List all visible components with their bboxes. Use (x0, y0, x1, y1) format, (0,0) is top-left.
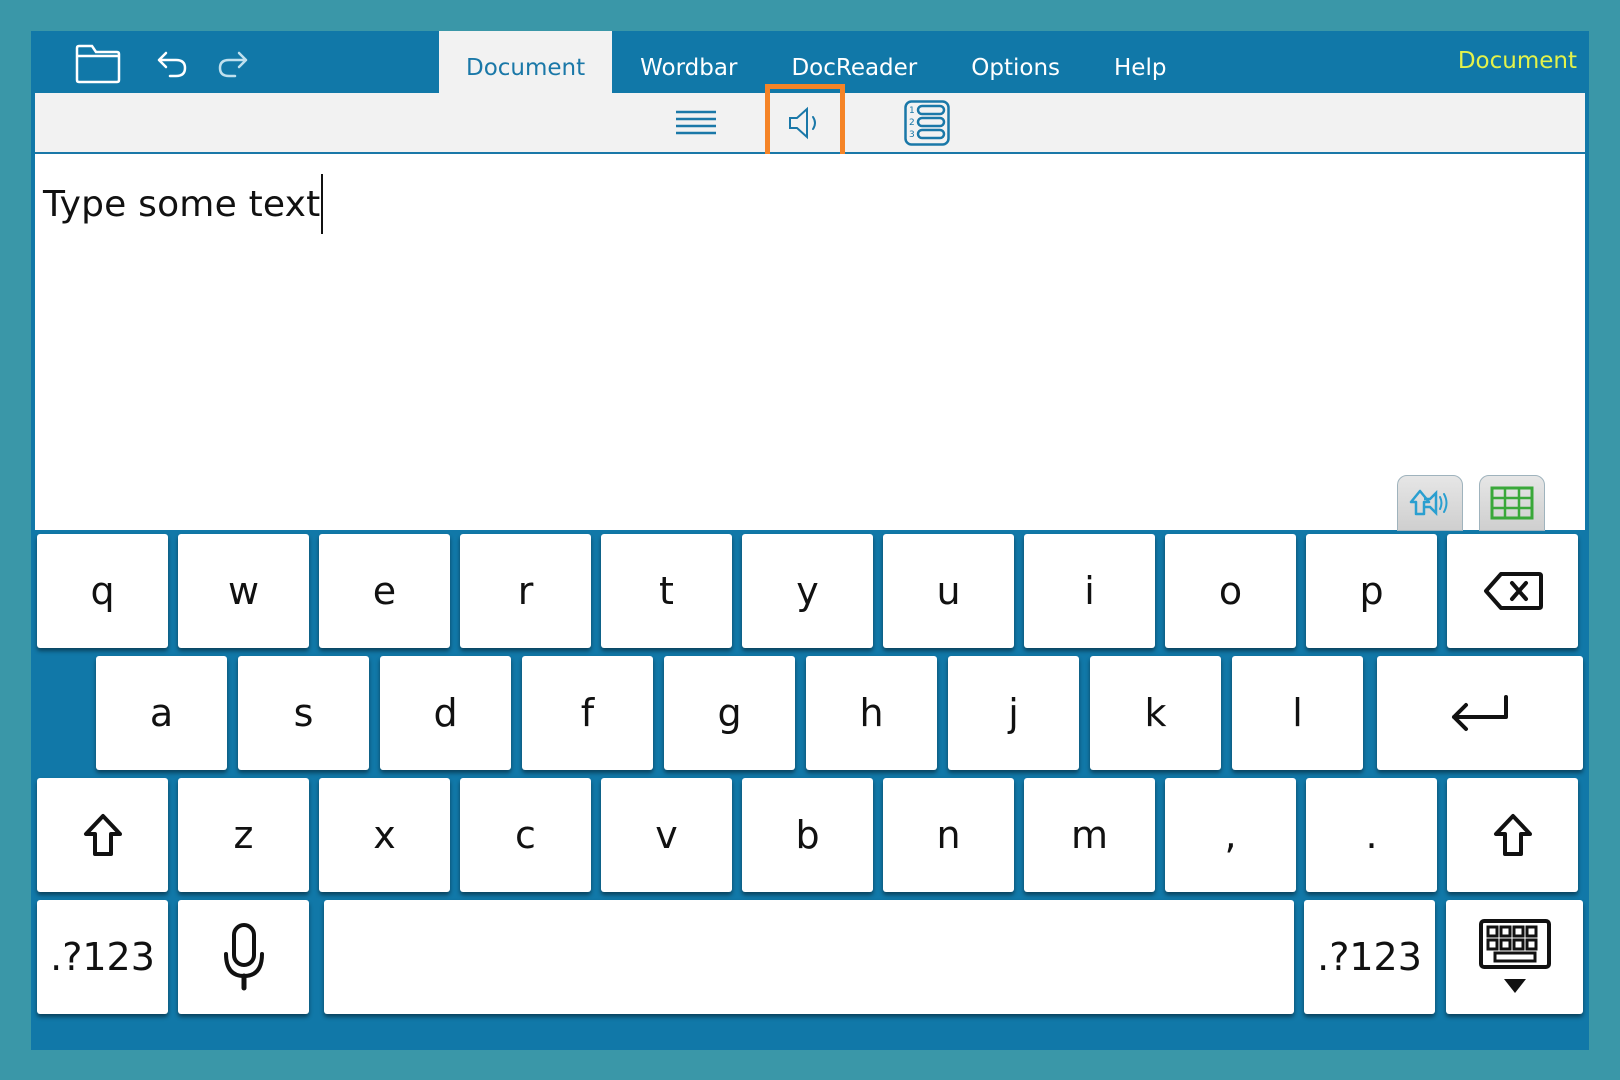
hide-keyboard-key[interactable] (1446, 900, 1583, 1014)
key-s[interactable]: s (238, 656, 369, 770)
key-h-label: h (859, 691, 884, 735)
key-o-label: o (1218, 569, 1243, 613)
document-content: Type some text (43, 184, 321, 225)
key-b-label: b (795, 813, 820, 857)
key-m-label: m (1070, 813, 1109, 857)
shift-icon (1493, 814, 1532, 856)
app-window: Document Wordbar DocReader Options Help … (31, 31, 1589, 1050)
undo-icon[interactable] (154, 41, 190, 85)
text-caret (321, 174, 324, 234)
key-u-label: u (936, 569, 961, 613)
key-n-label: n (936, 813, 961, 857)
microphone-key[interactable] (178, 900, 309, 1014)
numbered-list-icon[interactable]: 1 2 3 (903, 99, 951, 147)
key-x[interactable]: x (319, 778, 450, 892)
key-e-label: e (372, 569, 397, 613)
grid-button[interactable] (1479, 475, 1545, 531)
key-period[interactable]: . (1306, 778, 1437, 892)
key-k[interactable]: k (1090, 656, 1221, 770)
keyboard-hide-icon (1478, 919, 1551, 993)
key-e[interactable]: e (319, 534, 450, 648)
tab-document[interactable]: Document (439, 31, 613, 93)
speak-shift-button[interactable] (1397, 475, 1463, 531)
key-r[interactable]: r (460, 534, 591, 648)
text-lines-icon[interactable] (671, 99, 721, 147)
key-z-label: z (233, 813, 254, 857)
key-l[interactable]: l (1232, 656, 1363, 770)
key-q[interactable]: q (37, 534, 168, 648)
grid-icon (1490, 486, 1534, 520)
key-a[interactable]: a (96, 656, 227, 770)
document-toolbar: 1 2 3 (35, 84, 1585, 161)
key-j-label: j (1008, 691, 1019, 735)
key-y-label: y (796, 569, 819, 613)
key-o[interactable]: o (1165, 534, 1296, 648)
key-v[interactable]: v (601, 778, 732, 892)
key-t-label: t (659, 569, 674, 613)
key-d-label: d (433, 691, 458, 735)
return-icon (1452, 695, 1508, 731)
keyboard: q w e r t y u i o p a s d f g h j k l z x c v b n m,. .?123 .?123 (31, 530, 1589, 1050)
key-b[interactable]: b (742, 778, 873, 892)
key-i[interactable]: i (1024, 534, 1155, 648)
space-key[interactable] (324, 900, 1294, 1014)
svg-text:2: 2 (909, 118, 915, 128)
key-n[interactable]: n (883, 778, 1014, 892)
key-p-label: p (1359, 569, 1384, 613)
key-p[interactable]: p (1306, 534, 1437, 648)
mode-label: Document (1457, 48, 1577, 74)
key-h[interactable]: h (806, 656, 937, 770)
key-g-label: g (717, 691, 742, 735)
key-a-label: a (149, 691, 174, 735)
key-k-label: k (1144, 691, 1167, 735)
speaker-icon[interactable] (785, 99, 825, 147)
key-w[interactable]: w (178, 534, 309, 648)
key-x-label: x (373, 813, 396, 857)
key-s-label: s (293, 691, 314, 735)
key-c-label: c (515, 813, 536, 857)
key-d[interactable]: d (380, 656, 511, 770)
return-key[interactable] (1377, 656, 1583, 770)
key-f-label: f (580, 691, 595, 735)
key-v-label: v (655, 813, 678, 857)
key-comma-label: , (1224, 813, 1237, 857)
tab-options[interactable]: Options (944, 31, 1087, 93)
shift-key-right[interactable] (1447, 778, 1578, 892)
key-u[interactable]: u (883, 534, 1014, 648)
redo-icon[interactable] (215, 41, 251, 85)
key-m[interactable]: m (1024, 778, 1155, 892)
speak-shift-icon (1409, 489, 1448, 517)
shift-key-left[interactable] (37, 778, 168, 892)
svg-text:1: 1 (909, 106, 915, 116)
key-c[interactable]: c (460, 778, 591, 892)
key-j[interactable]: j (948, 656, 1079, 770)
microphone-icon (223, 923, 264, 991)
key-g[interactable]: g (664, 656, 795, 770)
tab-help[interactable]: Help (1087, 31, 1193, 93)
key-y[interactable]: y (742, 534, 873, 648)
shift-icon (83, 814, 122, 856)
key-comma[interactable]: , (1165, 778, 1296, 892)
numeric-key-right[interactable]: .?123 (1304, 900, 1435, 1014)
document-text[interactable]: Type some text (43, 174, 324, 234)
numeric-key-left[interactable]: .?123 (37, 900, 168, 1014)
key-w-label: w (227, 569, 260, 613)
key-f[interactable]: f (522, 656, 653, 770)
key-period-label: . (1365, 813, 1378, 857)
folder-icon[interactable] (73, 41, 123, 85)
key-i-label: i (1084, 569, 1095, 613)
numeric-key-left-label: .?123 (50, 935, 155, 979)
backspace-key[interactable] (1447, 534, 1578, 648)
key-z[interactable]: z (178, 778, 309, 892)
key-r-label: r (517, 569, 534, 613)
document-area[interactable]: Type some text (35, 154, 1585, 530)
key-t[interactable]: t (601, 534, 732, 648)
svg-text:3: 3 (909, 130, 915, 140)
numeric-key-right-label: .?123 (1317, 935, 1422, 979)
key-l-label: l (1292, 691, 1303, 735)
key-q-label: q (90, 569, 115, 613)
tab-wordbar[interactable]: Wordbar (612, 31, 764, 93)
backspace-icon (1483, 572, 1543, 610)
